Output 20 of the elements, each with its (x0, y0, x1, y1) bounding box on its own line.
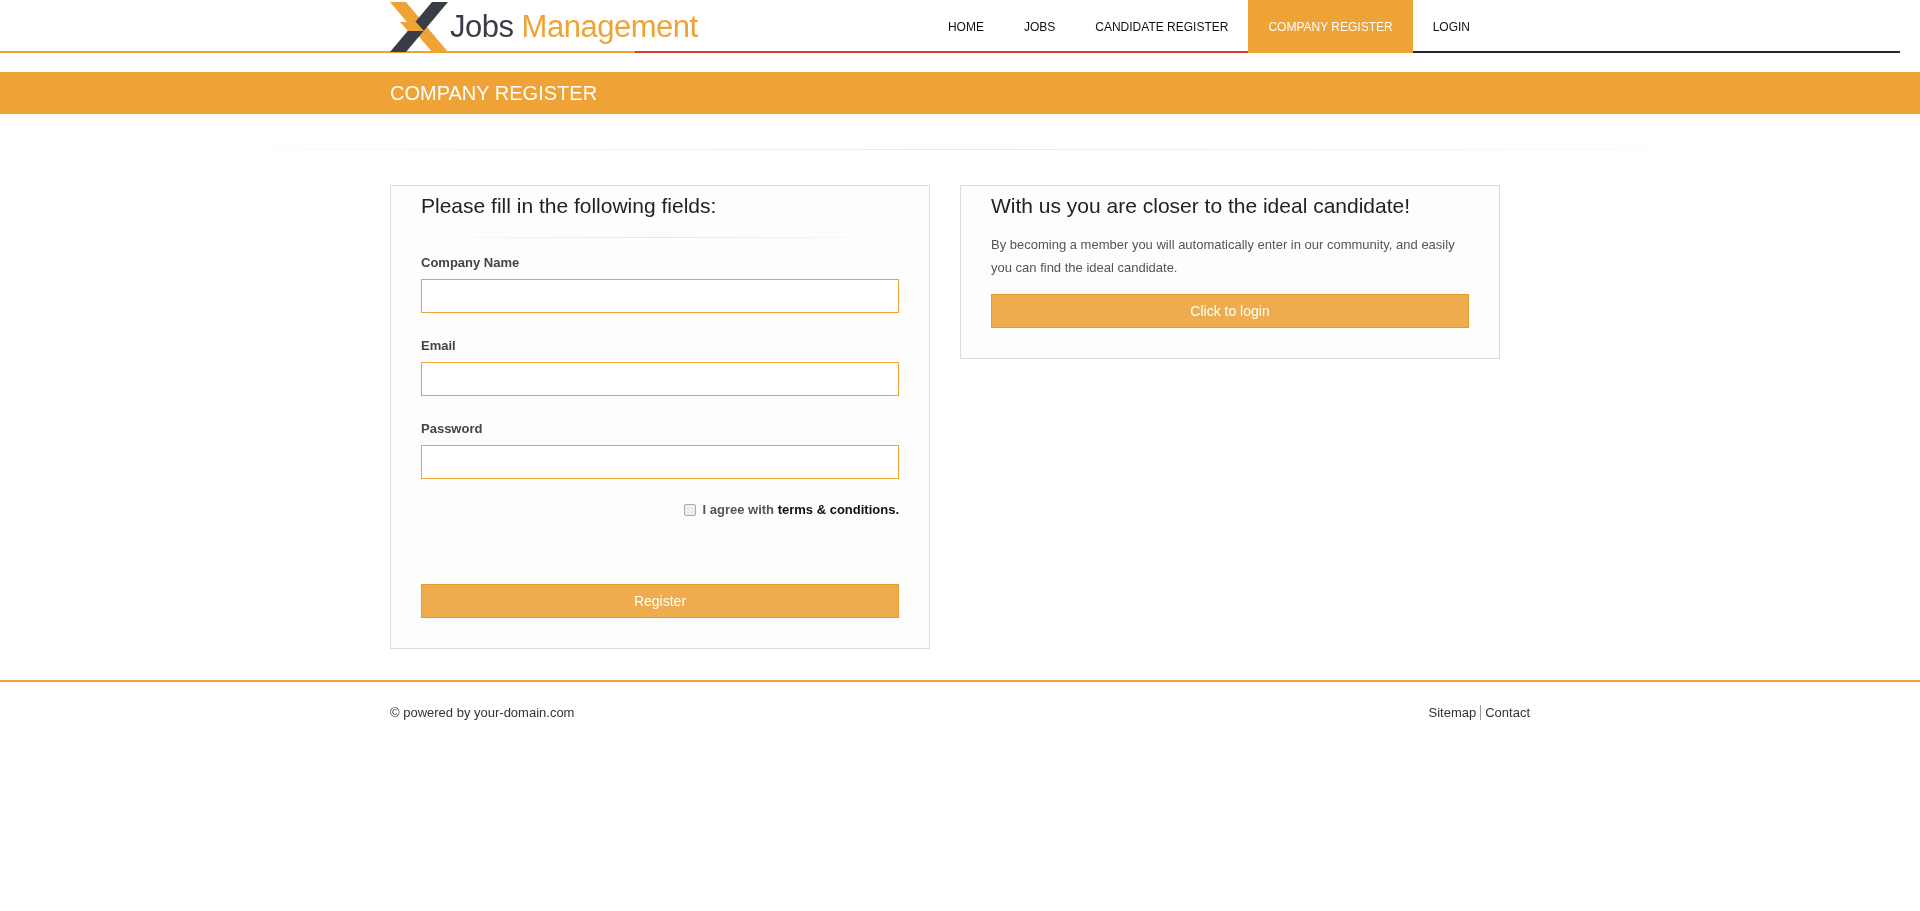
info-title: With us you are closer to the ideal candidate! (991, 194, 1412, 218)
input-field[interactable] (421, 445, 899, 479)
field-label: Email (421, 338, 456, 353)
page-title: COMPANY REGISTER (390, 81, 599, 106)
footer-link[interactable]: Sitemap (1428, 705, 1477, 720)
field-label: Password (421, 421, 483, 436)
footer-link[interactable]: Contact (1485, 705, 1530, 720)
input-field[interactable] (421, 279, 899, 313)
agree-text: I agree with terms & conditions. (702, 502, 899, 517)
nav-tab[interactable]: CANDIDATE REGISTER (1075, 0, 1249, 53)
form-title: Please fill in the following fields: (421, 194, 718, 218)
nav-tab[interactable]: HOME (927, 0, 1004, 53)
input-field[interactable] (421, 362, 899, 396)
field-label: Company Name (421, 255, 520, 270)
nav-tab[interactable]: LOGIN (1412, 0, 1490, 53)
copyright-text: © powered by your-domain.com (390, 705, 575, 720)
info-text: By becoming a member you will automatically enter in our community, and easily you can find the ideal candidate. (991, 236, 1456, 277)
nav-tab[interactable]: JOBS (1003, 0, 1076, 53)
agree-checkbox[interactable] (683, 503, 696, 516)
logo-text: Jobs Management (450, 8, 698, 45)
